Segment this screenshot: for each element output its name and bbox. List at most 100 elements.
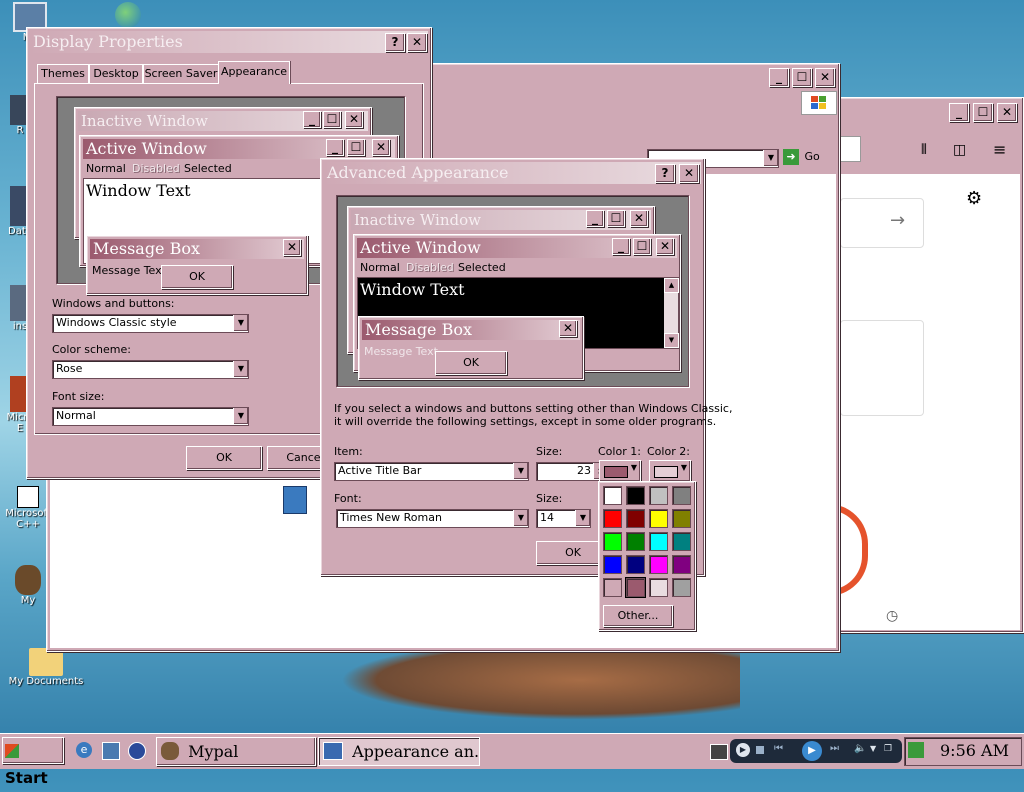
media-player-mini[interactable]: ▶ ⏮ ▶ ⏭ 🔈 ▼ ❐ [730, 739, 902, 763]
address-field[interactable] [837, 136, 861, 162]
close-button[interactable]: ✕ [997, 103, 1017, 122]
preview-close: ✕ [656, 238, 674, 255]
chevron-down-icon[interactable]: ▼ [233, 361, 248, 377]
help-button[interactable]: ? [385, 33, 405, 52]
color-swatch[interactable] [672, 578, 691, 597]
tab-label: Appearance [220, 65, 288, 78]
preview-message-box: Message Box ✕ Message Text OK [358, 316, 584, 380]
color-swatch[interactable] [649, 509, 668, 528]
color-swatch[interactable] [626, 532, 645, 551]
color-swatch[interactable] [649, 532, 668, 551]
maximize-button[interactable]: ☐ [792, 68, 812, 87]
start-button[interactable]: Start [2, 737, 64, 787]
color-swatch[interactable] [625, 577, 646, 598]
next-icon[interactable]: ⏭ [830, 743, 839, 754]
play-pause-icon[interactable]: ▶ [802, 741, 822, 761]
chevron-down-icon[interactable]: ▼ [763, 150, 778, 166]
color1-button[interactable]: ▼ [599, 460, 641, 482]
shortcut-arrow-icon [17, 486, 39, 508]
color-swatch[interactable] [626, 509, 645, 528]
color-swatch[interactable] [649, 578, 668, 597]
item-select[interactable]: Active Title Bar ▼ [334, 462, 529, 481]
chevron-down-icon[interactable]: ▼ [233, 315, 248, 331]
preview-msgbox-close: ✕ [283, 239, 301, 256]
preview-minimize: _ [612, 238, 630, 255]
ie-icon[interactable]: e [76, 742, 92, 758]
minimize-button[interactable]: _ [769, 68, 789, 87]
ok-button[interactable]: OK [186, 446, 262, 470]
play-icon[interactable]: ▶ [736, 743, 750, 757]
outlook-icon[interactable] [102, 742, 120, 760]
display-props-titlebar[interactable]: Display Properties [30, 31, 428, 53]
restore-icon[interactable]: ❐ [884, 744, 892, 754]
color-swatch[interactable] [603, 509, 622, 528]
color-swatch[interactable] [603, 486, 622, 505]
color-swatch[interactable] [649, 555, 668, 574]
menu-icon[interactable]: ≡ [993, 140, 1006, 159]
taskbar-task-mypal[interactable]: Mypal [156, 737, 316, 766]
arrow-right-icon[interactable]: → [890, 210, 905, 231]
media-icon[interactable] [128, 742, 146, 760]
maximize-button[interactable]: ☐ [973, 103, 993, 122]
library-icon[interactable]: ⫴ [921, 142, 927, 158]
color-swatch[interactable] [626, 486, 645, 505]
item-label: Item: [334, 445, 363, 458]
program-icon[interactable] [283, 486, 307, 514]
font-select[interactable]: Times New Roman ▼ [336, 509, 529, 528]
preview-msgbox-ok: OK [435, 351, 507, 375]
preview-title: Inactive Window [81, 112, 208, 130]
tab-desktop[interactable]: Desktop [89, 64, 143, 83]
gear-icon[interactable]: ⚙ [966, 188, 982, 209]
clock-icon[interactable]: ◷ [886, 608, 898, 624]
color-swatch[interactable] [603, 532, 622, 551]
color-swatch[interactable] [672, 509, 691, 528]
help-button[interactable]: ? [655, 164, 675, 183]
network-icon[interactable] [908, 742, 924, 758]
select-value: Normal [56, 409, 96, 422]
globe-icon[interactable] [115, 2, 141, 28]
preview-window-text: Window Text [86, 181, 191, 200]
keyboard-icon[interactable] [710, 744, 728, 760]
color-palette-popup[interactable]: Other... [598, 481, 696, 631]
close-button[interactable]: ✕ [407, 33, 427, 52]
browser-window-back[interactable]: _ ☐ ✕ ⫴ ◫ ≡ ⚙ → ◷ [822, 97, 1024, 633]
taskbar-task-appearance[interactable]: Appearance an... [318, 737, 480, 766]
sidebar-icon[interactable]: ◫ [953, 142, 966, 158]
color-swatch[interactable] [649, 486, 668, 505]
tab-screen-saver[interactable]: Screen Saver [143, 64, 219, 83]
go-button[interactable]: ➜ Go [783, 149, 833, 167]
tile-box [840, 320, 924, 416]
color-swatch[interactable] [626, 555, 645, 574]
close-button[interactable]: ✕ [679, 164, 699, 183]
tab-themes[interactable]: Themes [37, 64, 89, 83]
minimize-button[interactable]: _ [949, 103, 969, 122]
prev-icon[interactable]: ⏮ [774, 743, 783, 754]
color-swatch[interactable] [672, 532, 691, 551]
search-box[interactable] [840, 198, 924, 248]
color-swatch[interactable] [672, 555, 691, 574]
color-scheme-select[interactable]: Rose ▼ [52, 360, 249, 379]
clock[interactable]: 9:56 AM [940, 740, 1009, 762]
chevron-down-icon[interactable]: ▼ [870, 744, 876, 753]
tab-appearance[interactable]: Appearance [218, 61, 290, 84]
color-swatch[interactable] [603, 578, 622, 597]
preview-menu-disabled: Disabled [132, 162, 180, 175]
color2-button[interactable]: ▼ [649, 460, 691, 482]
color-swatch[interactable] [603, 555, 622, 574]
volume-icon[interactable]: 🔈 [854, 743, 866, 754]
desktop-icon-my-documents[interactable]: My Documents [6, 648, 86, 687]
windows-buttons-select[interactable]: Windows Classic style ▼ [52, 314, 249, 333]
chevron-down-icon[interactable]: ▼ [513, 463, 528, 479]
stop-icon[interactable] [756, 746, 764, 754]
desktop-icon-label: My [20, 595, 36, 606]
color-swatch[interactable] [672, 486, 691, 505]
font-size-select[interactable]: 14 ▼ [536, 509, 591, 528]
chevron-down-icon[interactable]: ▼ [233, 408, 248, 424]
browser-back-titlebar[interactable] [840, 101, 1020, 125]
other-colors-button[interactable]: Other... [603, 605, 673, 627]
close-button[interactable]: ✕ [815, 68, 835, 87]
chevron-down-icon[interactable]: ▼ [575, 510, 590, 526]
font-size-select[interactable]: Normal ▼ [52, 407, 249, 426]
chevron-down-icon[interactable]: ▼ [513, 510, 528, 526]
advanced-titlebar[interactable]: Advanced Appearance [324, 162, 701, 184]
